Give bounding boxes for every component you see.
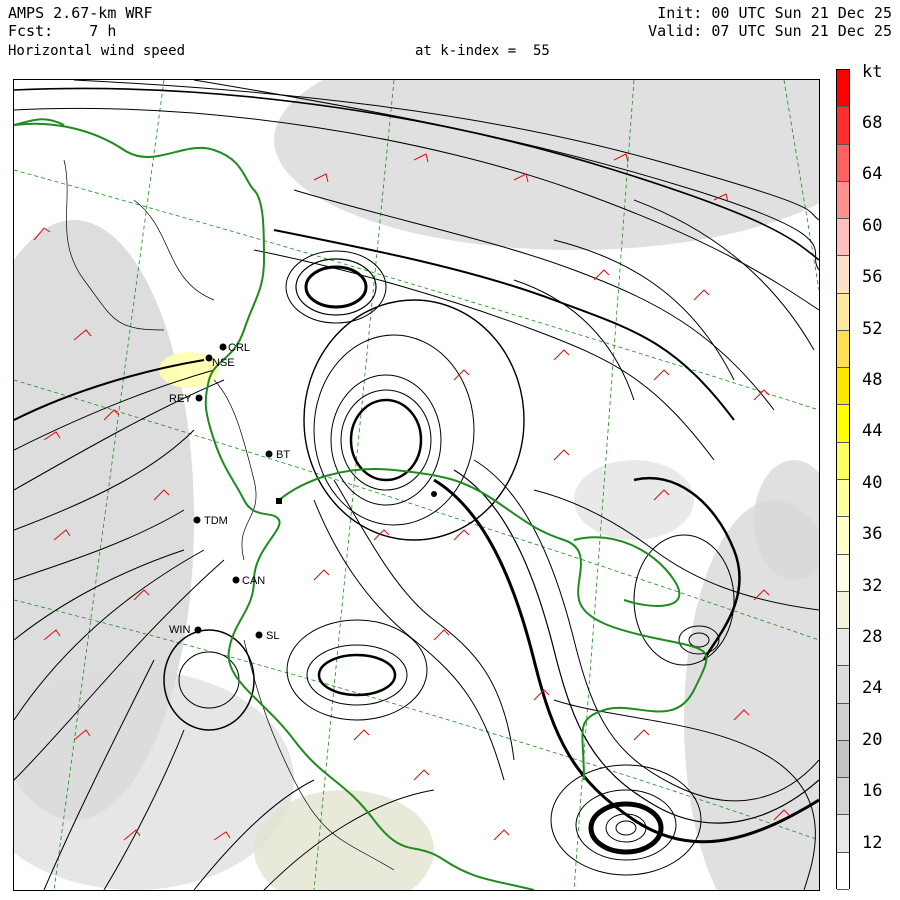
station-label: NSE [212,357,235,369]
station-marker [232,576,240,584]
init-time: Init: 00 UTC Sun 21 Dec 25 [657,4,892,22]
colorbar-tick-label: 68 [862,113,883,133]
station-label: SL [266,630,279,642]
colorbar-segment [837,629,849,667]
colorbar-tick-label: 52 [862,318,883,339]
variable-name: Horizontal wind speed [8,43,186,59]
station-marker [265,450,273,458]
colorbar-tick-label: 16 [862,781,883,802]
colorbar-segment [837,293,849,331]
colorbar-segment [837,591,849,630]
speed-shading [14,80,819,890]
station-marker [431,491,437,497]
colorbar-tick-label: 40 [862,472,883,493]
station-label: REY [169,393,192,405]
station-marker [219,343,227,351]
colorbar-segment [837,740,849,779]
colorbar-tick-label: 32 [862,575,883,596]
station-label: CAN [242,575,265,587]
colorbar-segment [837,368,849,406]
colorbar-segment [837,70,849,108]
colorbar-tick-label: 44 [862,421,883,442]
colorbar-segment [837,815,849,853]
colorbar-tick-label: 36 [862,524,883,545]
colorbar-segment [837,480,849,518]
vertical-level: at k-index = 55 [415,43,550,59]
colorbar-tick-label: 56 [862,267,883,288]
colorbar-segment [837,405,849,443]
colorbar-tick-label: 12 [862,832,883,853]
colorbar-tick-label: 20 [862,729,883,750]
station-label: BT [276,449,290,461]
colorbar-tick-label: 48 [862,370,883,390]
colorbar-segment [837,181,849,220]
station-marker [195,394,203,402]
station-label: WIN [169,624,190,636]
colorbar-segment [837,330,849,369]
colorbar-segment [837,442,849,480]
colorbar-segment [837,219,849,257]
station-marker [193,516,201,524]
speed-colorbar [836,69,850,890]
station-label: CRL [228,342,250,354]
forecast-hour: Fcst: 7 h [8,22,117,40]
colorbar-segment [837,107,849,145]
valid-time: Valid: 07 UTC Sun 21 Dec 25 [648,22,892,40]
colorbar-segment [837,778,849,816]
station-marker [276,498,282,504]
colorbar-segment [837,144,849,182]
colorbar-segment [837,554,849,592]
colorbar-tick-label: 60 [862,215,883,236]
colorbar-tick-label: 28 [862,627,883,647]
colorbar-unit: kt [862,62,883,82]
station-marker [194,626,202,634]
model-title: AMPS 2.67-km WRF [8,4,153,22]
map-panel: CRL NSE REY BT TDM CAN WIN SL [13,79,820,891]
colorbar-tick-label: 64 [862,164,883,185]
wind-map: CRL NSE REY BT TDM CAN WIN SL [14,80,819,890]
colorbar-segment [837,666,849,704]
colorbar-segment [837,517,849,555]
colorbar-segment [837,256,849,294]
colorbar-tick-label: 24 [862,678,883,699]
colorbar-segment [837,852,849,890]
colorbar-segment [837,703,849,741]
station-label: TDM [204,515,228,527]
station-marker [255,631,263,639]
